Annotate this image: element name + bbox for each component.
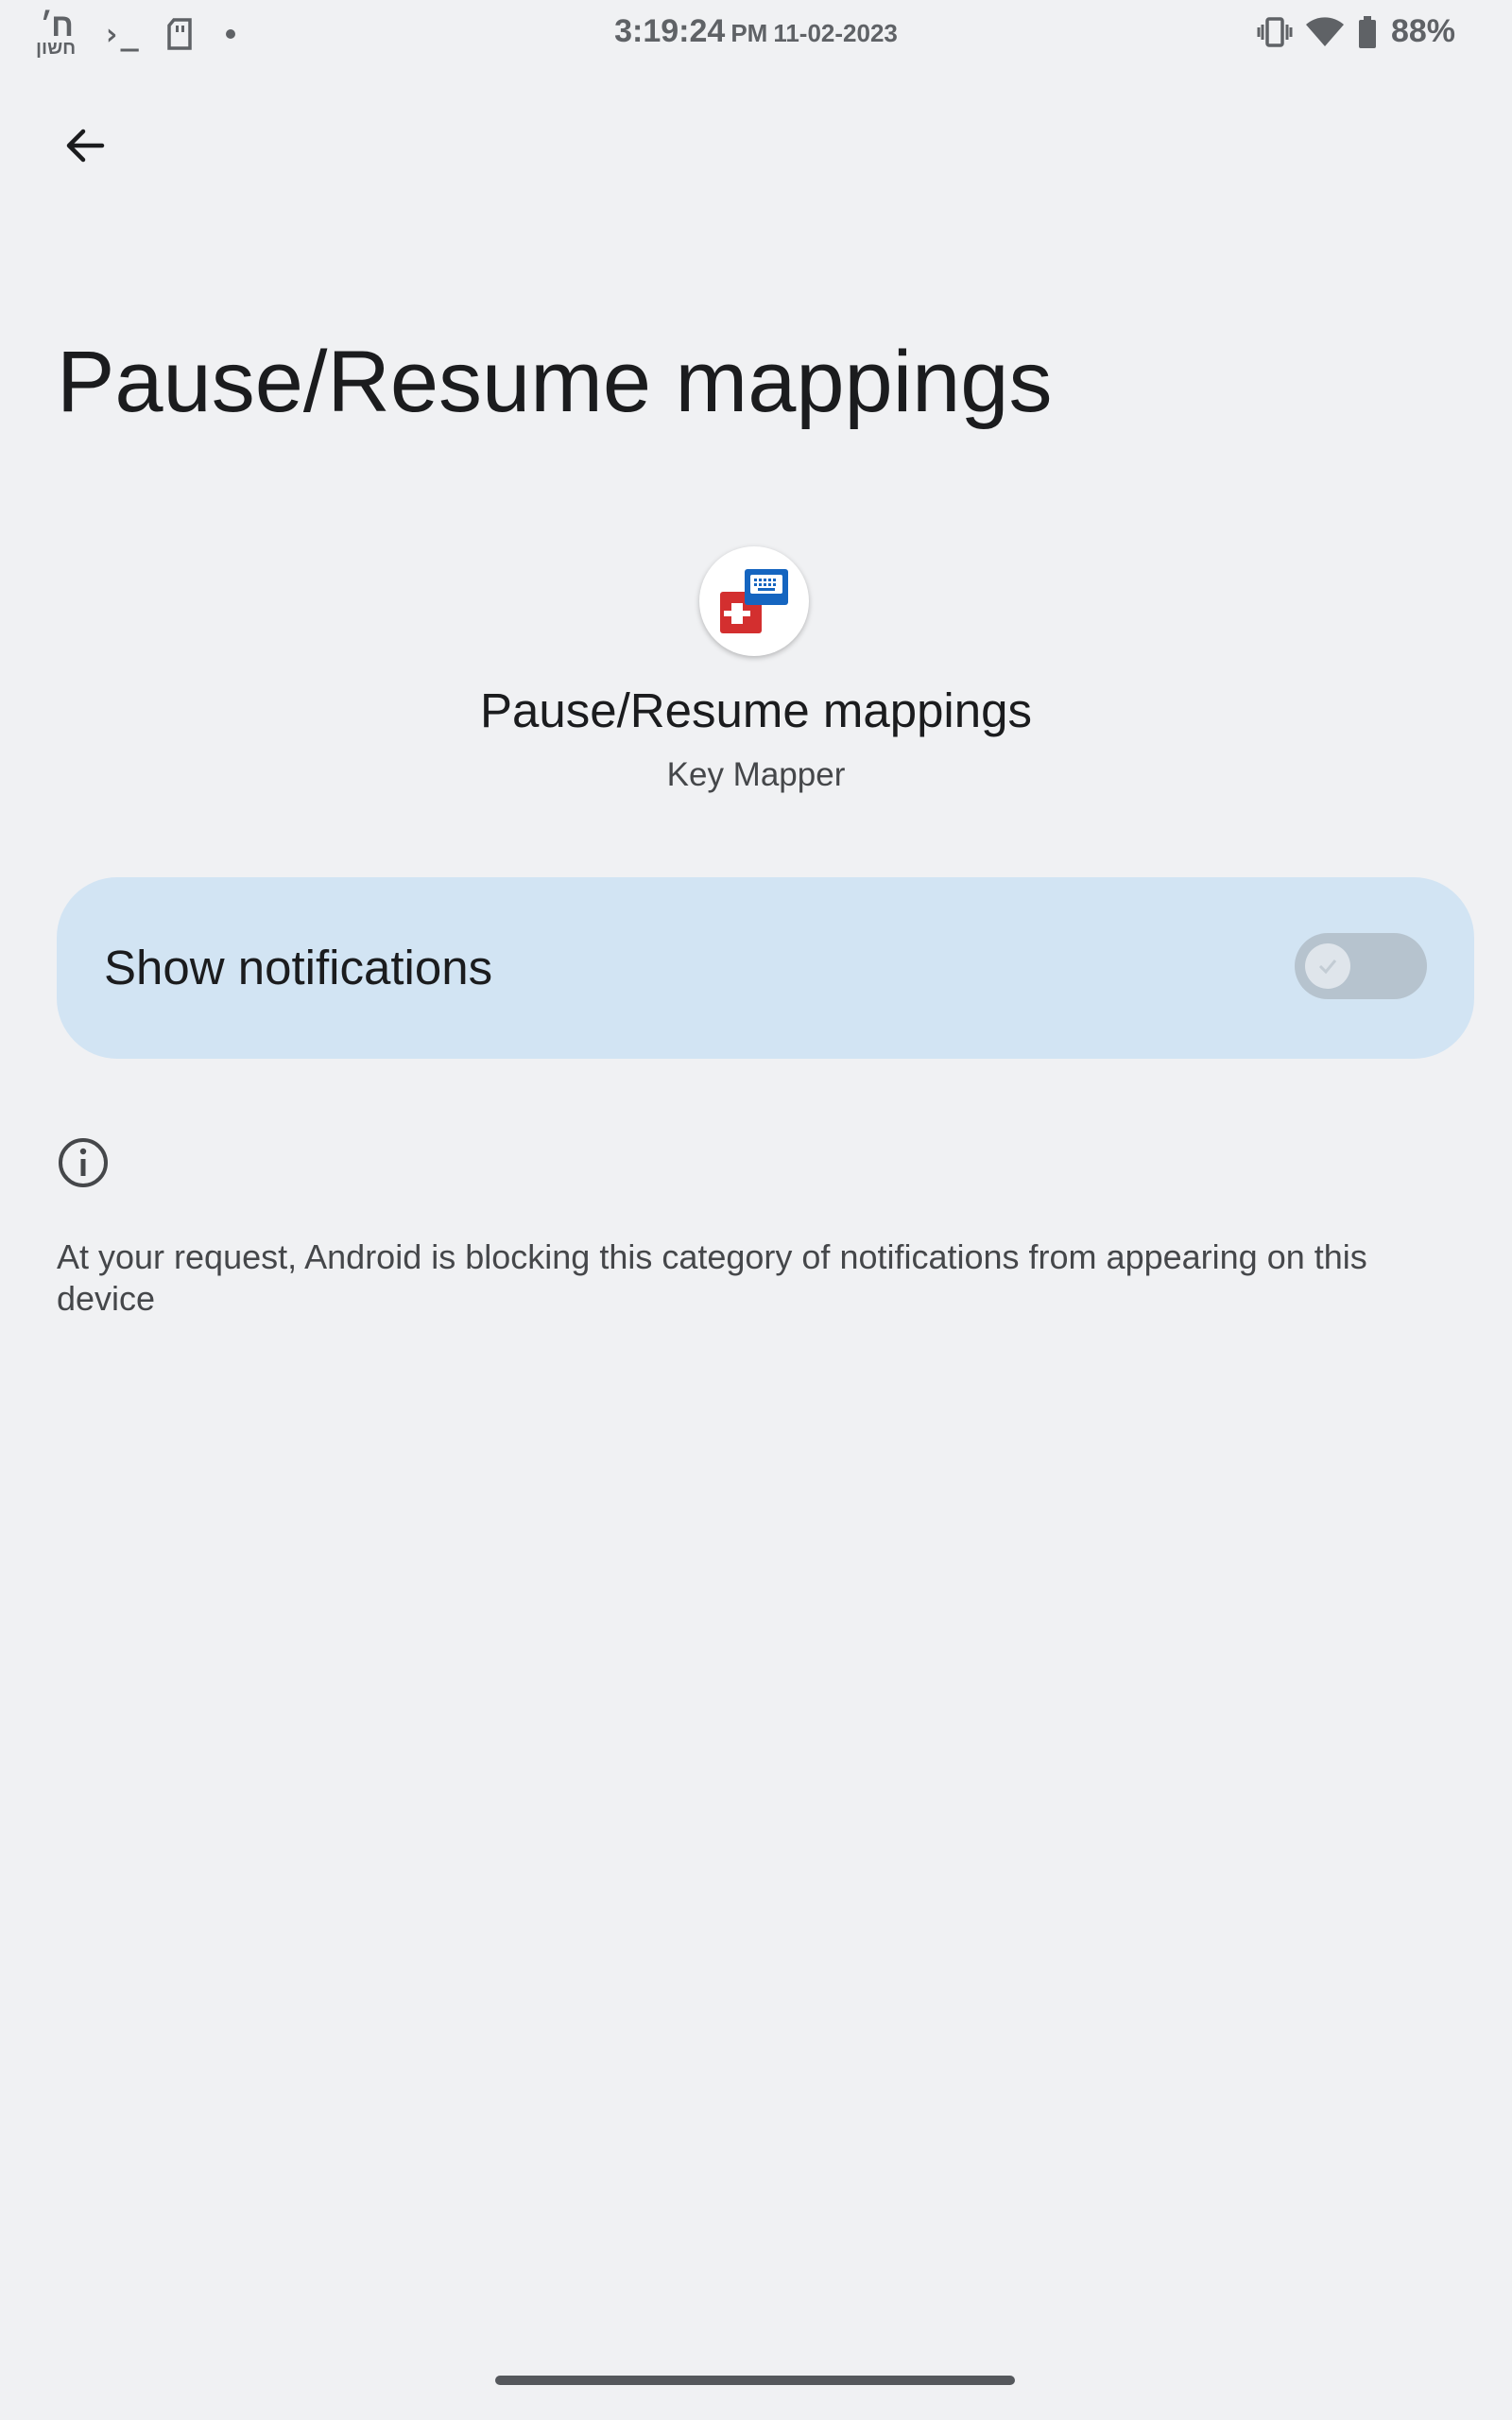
page-title: Pause/Resume mappings (57, 334, 1053, 430)
app-icon (699, 546, 809, 656)
switch-thumb (1305, 943, 1350, 989)
channel-name: Pause/Resume mappings (480, 683, 1032, 737)
check-icon (1318, 959, 1337, 975)
show-notifications-switch[interactable] (1295, 933, 1427, 999)
back-button[interactable] (53, 113, 117, 178)
clock-date: 11-02-2023 (773, 19, 898, 47)
app-name: Key Mapper (666, 756, 846, 793)
status-bar-right: 88% (1257, 13, 1455, 50)
arrow-back-icon (66, 129, 105, 163)
key-mapper-logo-icon (720, 569, 788, 633)
gesture-navigation-handle[interactable] (495, 2376, 1015, 2385)
clock-time: 3:19:24 (614, 13, 726, 49)
show-notifications-label: Show notifications (104, 941, 493, 994)
clock-ampm: PM (730, 19, 768, 47)
battery-percent: 88% (1390, 13, 1455, 49)
info-icon (59, 1138, 108, 1187)
show-notifications-row[interactable]: Show notifications (57, 877, 1474, 1059)
battery-icon (1358, 15, 1376, 48)
blocked-notice-text: At your request, Android is blocking thi… (57, 1237, 1367, 1318)
wifi-icon (1305, 16, 1344, 46)
status-bar: ח׳ חשון ›_ 3:19:24 PM 11-02-2023 88% (0, 0, 1512, 66)
vibrate-icon (1257, 16, 1293, 47)
